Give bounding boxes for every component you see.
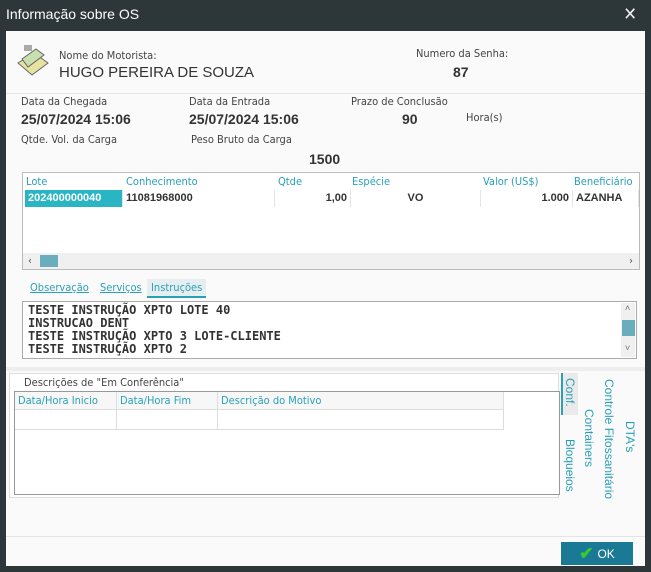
- conf-group-label: Descrições de "Em Conferência": [22, 376, 186, 389]
- tab-instrucoes[interactable]: Instruções: [147, 279, 207, 298]
- col-valor[interactable]: Valor (US$): [483, 175, 539, 188]
- vertical-scrollbar[interactable]: ˄ ˅: [621, 303, 635, 357]
- scroll-down-icon[interactable]: ˅: [625, 343, 630, 356]
- senha-value: 87: [453, 64, 469, 80]
- col-inicio[interactable]: Data/Hora Inicio: [15, 392, 117, 410]
- tab-dtas[interactable]: DTA's: [623, 421, 637, 452]
- tab-controle-fitossanitario[interactable]: Controle Fitossanitário: [602, 379, 616, 499]
- chegada-label: Data da Chegada: [21, 95, 108, 108]
- senha-label: Numero da Senha:: [416, 47, 509, 60]
- cell-qtde[interactable]: 1,00: [275, 190, 351, 207]
- prazo-unit: Hora(s): [466, 111, 503, 124]
- scroll-up-icon[interactable]: ˄: [625, 303, 630, 316]
- scroll-left-icon[interactable]: ‹: [28, 254, 32, 267]
- tab-conf[interactable]: Conf.: [563, 378, 577, 407]
- tab-bloqueios[interactable]: Bloqueios: [563, 439, 577, 492]
- cell-beneficiario[interactable]: AZANHA TR: [573, 190, 639, 207]
- conf-grid[interactable]: Data/Hora Inicio Data/Hora Fim Descrição…: [14, 391, 560, 495]
- scroll-right-icon[interactable]: ›: [629, 254, 633, 267]
- entrada-value: 25/07/2024 15:06: [189, 111, 299, 127]
- prazo-value: 90: [402, 111, 418, 127]
- cell-valor[interactable]: 1.000: [481, 190, 573, 207]
- dialog-body: Nome do Motorista: HUGO PEREIRA DE SOUZA…: [6, 31, 645, 566]
- scroll-thumb[interactable]: [40, 255, 58, 267]
- horizontal-scrollbar[interactable]: ‹ ›: [23, 253, 639, 269]
- driver-name: HUGO PEREIRA DE SOUZA: [59, 64, 255, 81]
- table-row[interactable]: [15, 410, 504, 430]
- tab-observacao[interactable]: Observação: [26, 279, 93, 296]
- col-qtde[interactable]: Qtde: [278, 175, 302, 188]
- instruction-line: TESTE INSTRUÇÃO XPTO 2: [28, 342, 187, 356]
- col-lote[interactable]: Lote: [26, 175, 47, 188]
- chegada-value: 25/07/2024 15:06: [21, 111, 131, 127]
- col-especie[interactable]: Espécie: [352, 175, 390, 188]
- close-icon[interactable]: ✕: [623, 4, 637, 25]
- lotes-grid[interactable]: Lote Conhecimento Qtde Espécie Valor (US…: [22, 172, 640, 270]
- ok-label: OK: [597, 546, 615, 561]
- col-motivo[interactable]: Descrição do Motivo: [218, 392, 504, 410]
- driver-label: Nome do Motorista:: [59, 49, 157, 62]
- instructions-memo[interactable]: TESTE INSTRUÇÃO XPTO LOTE 40 INSTRUCAO D…: [22, 301, 637, 359]
- entrada-label: Data da Entrada: [189, 95, 271, 108]
- document-icon: [17, 45, 49, 76]
- qtde-vol-label: Qtde. Vol. da Carga: [21, 133, 118, 146]
- window-title: Informação sobre OS: [6, 6, 140, 22]
- col-conhecimento[interactable]: Conhecimento: [126, 175, 198, 188]
- scroll-thumb[interactable]: [622, 320, 635, 336]
- check-icon: ✔: [579, 543, 594, 563]
- col-beneficiario[interactable]: Beneficiário: [574, 175, 633, 188]
- peso-value: 1500: [309, 151, 341, 167]
- prazo-label: Prazo de Conclusão: [351, 95, 448, 108]
- col-fim[interactable]: Data/Hora Fim: [117, 392, 218, 410]
- cell-lote[interactable]: 202400000040: [25, 190, 123, 207]
- tab-containers[interactable]: Containers: [582, 409, 596, 467]
- peso-label: Peso Bruto da Carga: [191, 133, 292, 146]
- tab-servicos[interactable]: Serviços: [96, 279, 146, 296]
- cell-especie[interactable]: VO: [351, 190, 481, 207]
- cell-conhecimento[interactable]: 11081968000: [123, 190, 275, 207]
- ok-button[interactable]: ✔ OK: [561, 542, 633, 565]
